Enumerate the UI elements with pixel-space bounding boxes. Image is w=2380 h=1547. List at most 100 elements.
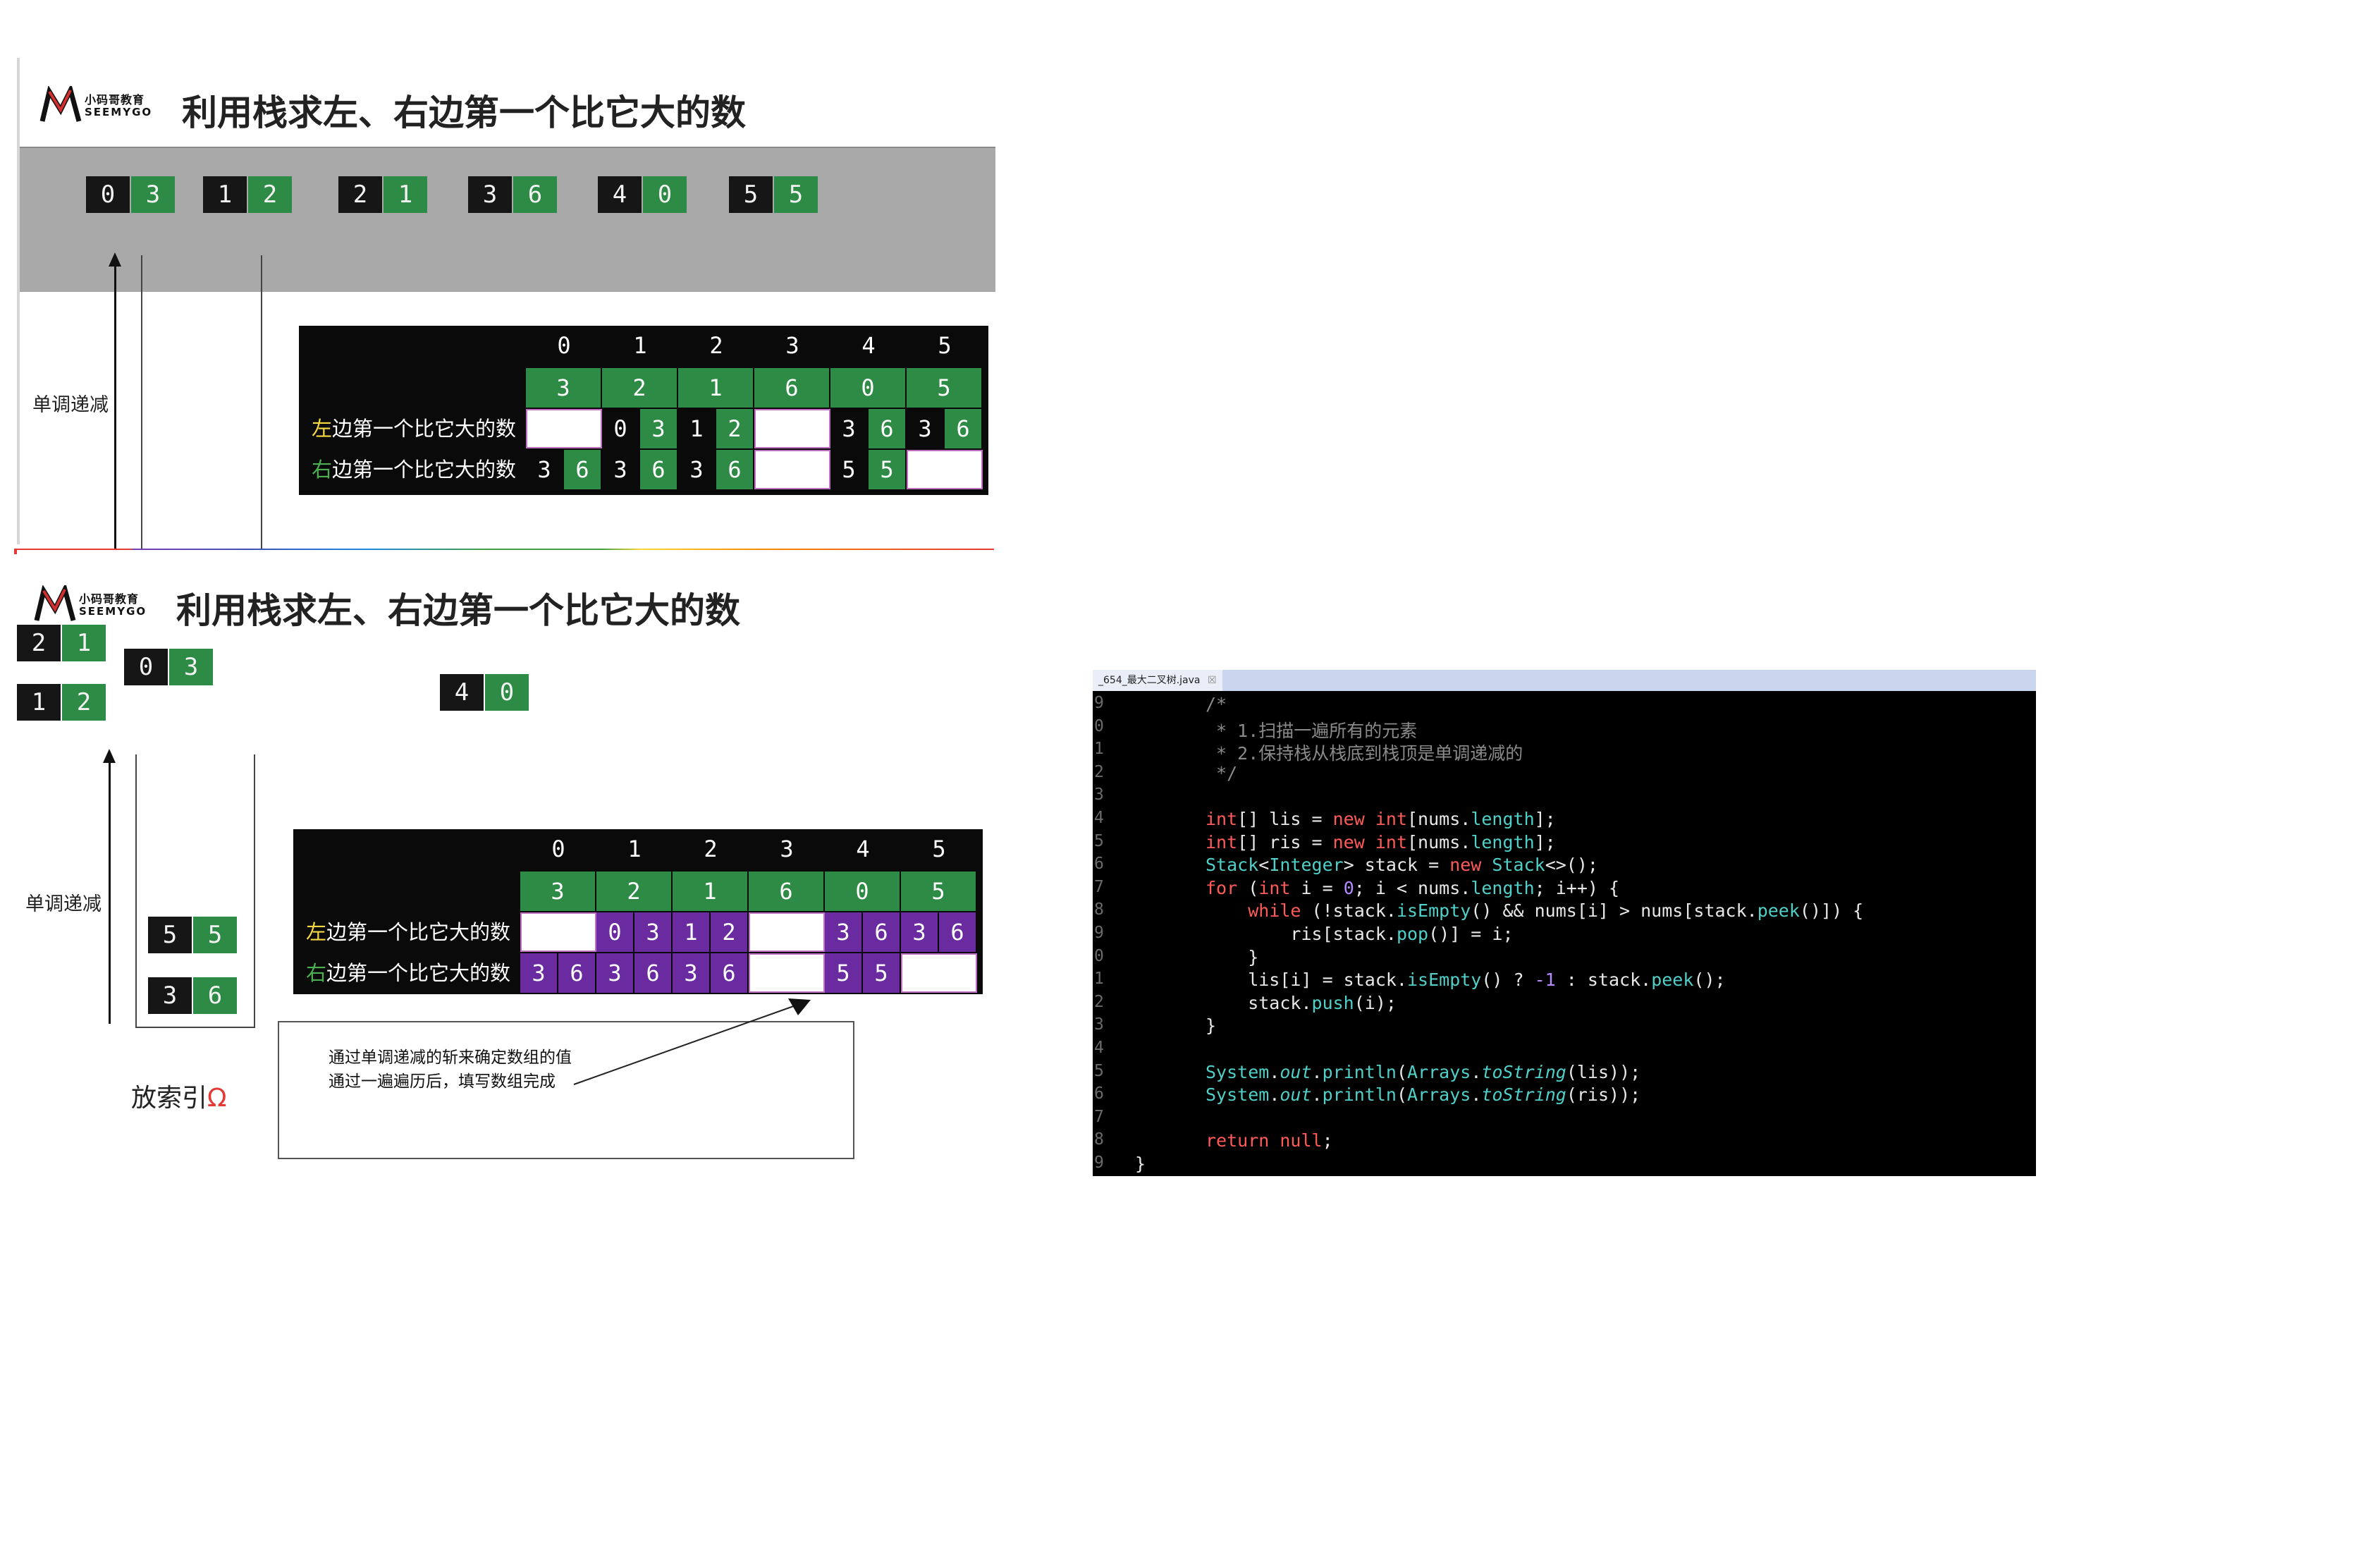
pair-index: 2 xyxy=(17,625,61,661)
right-result-value: 5 xyxy=(863,953,901,993)
left-result-index: 3 xyxy=(825,912,863,952)
right-row-label: 右边第一个比它大的数 xyxy=(312,450,516,489)
pair-value: 2 xyxy=(248,176,292,213)
line-number: 8 xyxy=(1094,900,1104,919)
pair-index: 3 xyxy=(468,176,512,213)
note-line-1: 通过单调递减的斩来确定数组的值 xyxy=(329,1048,572,1067)
code-line: for (int i = 0; i < nums.length; i++) { xyxy=(1206,877,1620,898)
stack-arrow-shaft xyxy=(109,759,111,1024)
right-empty-cell xyxy=(901,953,977,993)
left-row-label-text: 边第一个比它大的数 xyxy=(326,920,511,944)
right-result-index: 3 xyxy=(602,450,640,489)
table-index-header: 2 xyxy=(704,836,718,862)
right-row-label-text: 边第一个比它大的数 xyxy=(326,961,511,985)
right-row-label-text: 边第一个比它大的数 xyxy=(332,458,517,482)
left-empty-cell xyxy=(749,912,825,952)
table-index-header: 0 xyxy=(551,836,565,862)
left-empty-cell xyxy=(754,409,830,448)
right-result-index: 3 xyxy=(520,953,558,993)
code-line: while (!stack.isEmpty() && nums[i] > num… xyxy=(1248,900,1864,922)
left-row-label: 左边第一个比它大的数 xyxy=(312,409,516,448)
pair-index: 5 xyxy=(148,917,192,953)
pair-value: 5 xyxy=(193,917,237,953)
line-number: 3 xyxy=(1094,1015,1104,1034)
index-symbol: Ω xyxy=(207,1084,227,1113)
table-value-cell: 1 xyxy=(678,368,754,408)
pair-value: 1 xyxy=(384,176,427,213)
pair-index: 1 xyxy=(203,176,247,213)
pair-value: 3 xyxy=(131,176,175,213)
right-result-index: 3 xyxy=(526,450,564,489)
left-result-value: 2 xyxy=(716,409,754,448)
pair-value: 3 xyxy=(169,649,213,685)
code-line: } xyxy=(1135,1154,1146,1174)
right-result-value: 5 xyxy=(869,450,907,489)
result-table: 0 1 2 3 4 5 3 2 1 6 0 5 左边第一个比它大的数 0 3 1 2 3 6 3 6 右边第一个比它大的数… xyxy=(299,326,988,495)
stack-label: 单调递减 xyxy=(25,893,102,915)
line-number: 9 xyxy=(1094,924,1104,942)
code-line: * 1.扫描一遍所有的元素 xyxy=(1206,720,1418,741)
table-index-header: 4 xyxy=(856,836,870,862)
key-value-pair: 55 xyxy=(148,917,238,953)
left-result-index: 3 xyxy=(907,409,945,448)
left-row-label-text: 边第一个比它大的数 xyxy=(332,417,517,441)
line-number: 7 xyxy=(1094,877,1104,896)
table-index-header: 1 xyxy=(627,836,642,862)
editor-tab[interactable]: _654_最大二叉树.java ☒ xyxy=(1093,670,1222,691)
code-line: System.out.println(Arrays.toString(ris))… xyxy=(1206,1084,1641,1106)
table-value-cell: 3 xyxy=(526,368,602,408)
table-index-header: 5 xyxy=(938,332,952,359)
left-result-value: 2 xyxy=(711,912,749,952)
stack-label: 单调递减 xyxy=(32,394,109,416)
code-line: } xyxy=(1206,1015,1217,1037)
table-value-cell: 2 xyxy=(596,872,673,911)
right-result-index: 5 xyxy=(825,953,863,993)
right-result-value: 6 xyxy=(564,450,602,489)
table-value-cell: 3 xyxy=(520,872,596,911)
pair-index: 4 xyxy=(598,176,642,213)
right-result-index: 3 xyxy=(678,450,716,489)
right-result-index: 5 xyxy=(830,450,869,489)
pair-index: 4 xyxy=(440,674,484,711)
code-line: System.out.println(Arrays.toString(lis))… xyxy=(1206,1061,1641,1082)
left-empty-cell xyxy=(520,912,596,952)
up-arrow-icon xyxy=(109,252,121,267)
stack-container xyxy=(141,255,262,553)
right-empty-cell xyxy=(907,450,983,489)
logo-text-en: SEEMYGO xyxy=(85,106,153,118)
line-number: 6 xyxy=(1094,855,1104,874)
left-result-index: 1 xyxy=(678,409,716,448)
line-number: 7 xyxy=(1094,1107,1104,1126)
left-result-value: 3 xyxy=(634,912,673,952)
code-line: ris[stack.pop()] = i; xyxy=(1206,924,1514,944)
left-empty-cell xyxy=(526,409,602,448)
pair-value: 6 xyxy=(513,176,557,213)
table-value-cell: 0 xyxy=(825,872,901,911)
close-icon[interactable]: ☒ xyxy=(1208,675,1217,686)
left-result-index: 0 xyxy=(596,912,634,952)
pair-index: 0 xyxy=(124,649,168,685)
table-value-cell: 0 xyxy=(830,368,907,408)
table-value-cell: 2 xyxy=(602,368,678,408)
logo-text-en: SEEMYGO xyxy=(79,605,147,618)
table-value-cell: 6 xyxy=(749,872,825,911)
pair-value: 1 xyxy=(62,625,106,661)
left-row-label: 左边第一个比它大的数 xyxy=(306,912,510,952)
key-value-pair: 03 xyxy=(86,176,176,213)
line-number: 9 xyxy=(1094,694,1104,712)
index-label-text: 放索引 xyxy=(131,1084,208,1113)
key-value-pair: 21 xyxy=(17,625,107,661)
code-line: stack.push(i); xyxy=(1206,992,1397,1013)
key-value-pair: 36 xyxy=(468,176,558,213)
line-number: 1 xyxy=(1094,970,1104,989)
left-result-value: 6 xyxy=(869,409,907,448)
key-value-pair: 36 xyxy=(148,977,238,1014)
pair-index: 2 xyxy=(338,176,382,213)
index-label: 放索引Ω xyxy=(131,1077,227,1114)
left-row-label-prefix: 左 xyxy=(312,417,333,441)
key-value-pair: 12 xyxy=(17,684,107,721)
pair-index: 5 xyxy=(729,176,773,213)
line-number: 6 xyxy=(1094,1084,1104,1103)
left-result-index: 0 xyxy=(602,409,640,448)
table-index-header: 5 xyxy=(932,836,946,862)
